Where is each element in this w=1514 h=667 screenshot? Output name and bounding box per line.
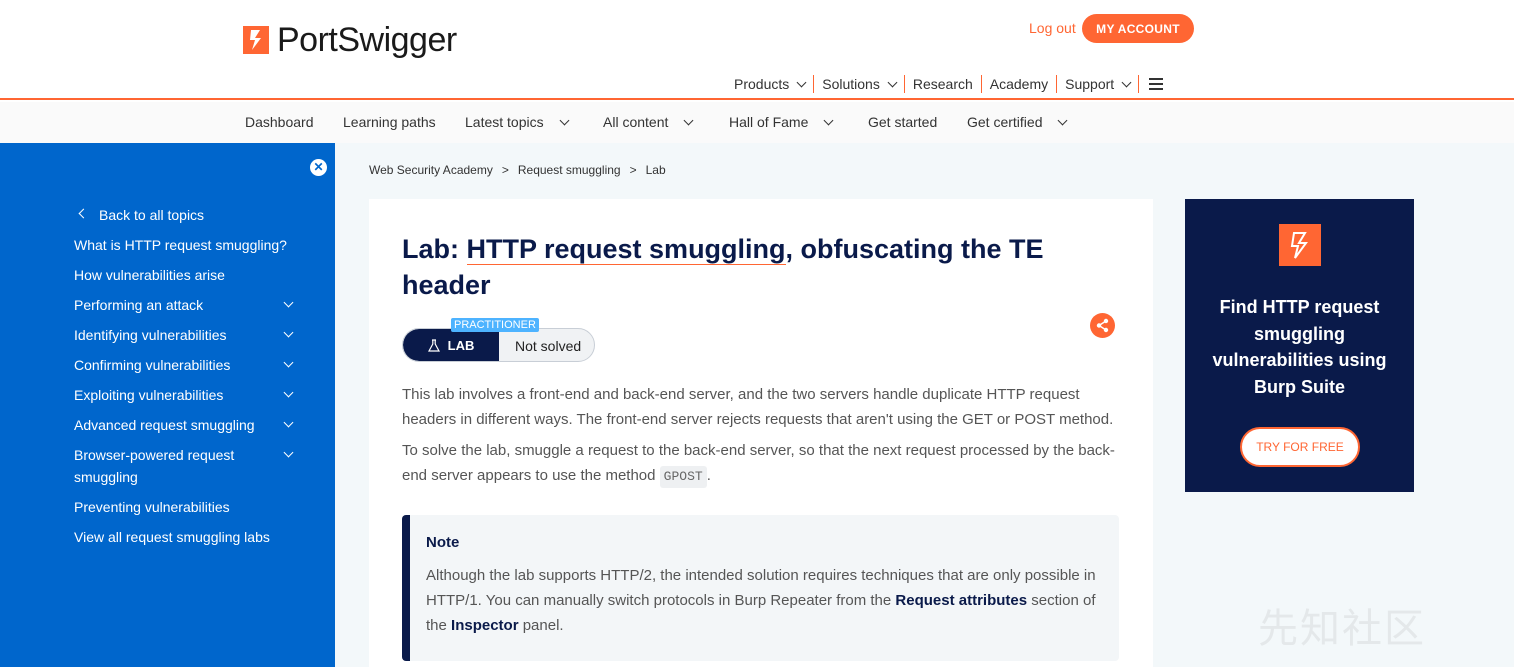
my-account-button[interactable]: MY ACCOUNT	[1082, 14, 1194, 43]
note-title: Note	[426, 534, 460, 551]
sidebar-item-how-arise[interactable]: How vulnerabilities arise	[74, 264, 294, 286]
top-nav-label: Research	[912, 76, 973, 92]
sidebar-item-view-all-labs[interactable]: View all request smuggling labs	[74, 526, 294, 548]
chevron-down-icon	[1058, 115, 1068, 125]
academy-subnav: Dashboard Learning paths Latest topics A…	[0, 102, 1514, 143]
subnav-label: Learning paths	[343, 114, 436, 130]
subnav-label: Get started	[868, 114, 938, 130]
breadcrumb-separator: >	[501, 163, 509, 177]
promo-text: Find HTTP request smuggling vulnerabilit…	[1212, 297, 1387, 397]
subnav-hall-of-fame[interactable]: Hall of Fame	[729, 114, 834, 130]
top-nav: Products Solutions Research Academy Supp…	[726, 74, 1164, 94]
lab-badge: LAB	[403, 329, 499, 361]
portswigger-logo[interactable]: PortSwigger	[243, 22, 457, 58]
chevron-down-icon	[559, 115, 570, 125]
sidebar-item-advanced[interactable]: Advanced request smuggling	[74, 414, 294, 436]
breadcrumb-academy[interactable]: Web Security Academy	[369, 163, 493, 177]
sidebar-item-performing[interactable]: Performing an attack	[74, 294, 294, 316]
subnav-label: Dashboard	[245, 114, 314, 130]
note-text: Although the lab supports HTTP/2, the in…	[426, 563, 1106, 638]
hamburger-menu-icon[interactable]	[1149, 78, 1164, 90]
breadcrumb-separator: >	[629, 163, 637, 177]
level-badge: PRACTITIONER	[451, 318, 539, 332]
lab-solved-status: Not solved	[515, 338, 582, 354]
logout-link[interactable]: Log out	[1029, 20, 1076, 36]
subnav-label: All content	[603, 114, 669, 130]
objective-end: .	[706, 467, 711, 484]
top-nav-label: Products	[734, 76, 790, 92]
try-for-free-button[interactable]: TRY FOR FREE	[1240, 427, 1360, 467]
note-bold-inspector: Inspector	[451, 617, 519, 634]
top-header: PortSwigger Log out MY ACCOUNT Products …	[0, 0, 1514, 100]
sidebar-item-confirming[interactable]: Confirming vulnerabilities	[74, 354, 294, 376]
lab-objective: To solve the lab, smuggle a request to t…	[402, 438, 1118, 488]
sidebar-back-link[interactable]: Back to all topics	[99, 204, 319, 226]
top-nav-solutions[interactable]: Solutions	[814, 75, 905, 93]
subnav-get-certified[interactable]: Get certified	[967, 114, 1068, 130]
sidebar-item-what-is[interactable]: What is HTTP request smuggling?	[74, 234, 294, 256]
close-sidebar-icon[interactable]: ✕	[310, 159, 327, 176]
top-nav-research[interactable]: Research	[905, 75, 982, 93]
chevron-down-icon	[1121, 77, 1132, 87]
note-bold-request-attributes: Request attributes	[895, 592, 1028, 609]
breadcrumb-lab[interactable]: Lab	[646, 163, 666, 177]
chevron-down-icon	[887, 77, 898, 87]
flask-icon	[427, 338, 440, 352]
share-icon[interactable]	[1090, 313, 1115, 338]
top-nav-label: Support	[1065, 76, 1115, 92]
chevron-down-icon	[683, 115, 694, 125]
top-nav-products[interactable]: Products	[726, 75, 815, 93]
subnav-label: Latest topics	[465, 114, 544, 130]
lab-description: This lab involves a front-end and back-e…	[402, 386, 1114, 428]
inline-code: GPOST	[659, 466, 707, 488]
sidebar-item-identifying[interactable]: Identifying vulnerabilities	[74, 324, 294, 346]
sidebar-item-exploiting[interactable]: Exploiting vulnerabilities	[74, 384, 294, 406]
note-text-part: panel.	[518, 617, 564, 634]
chevron-down-icon	[823, 115, 834, 125]
logo-text: PortSwigger	[277, 21, 457, 59]
subnav-get-started[interactable]: Get started	[868, 114, 937, 130]
top-nav-academy[interactable]: Academy	[982, 75, 1058, 93]
sidebar-item-browser-powered[interactable]: Browser-powered request smuggling	[74, 444, 264, 488]
breadcrumb: Web Security Academy > Request smuggling…	[369, 163, 666, 177]
top-nav-label: Solutions	[822, 76, 880, 92]
top-nav-label: Academy	[989, 76, 1049, 92]
subnav-dashboard[interactable]: Dashboard	[245, 114, 314, 130]
sidebar-item-preventing[interactable]: Preventing vulnerabilities	[74, 496, 294, 518]
chevron-down-icon	[796, 77, 807, 87]
portswigger-logo-icon	[243, 26, 269, 54]
subnav-label: Hall of Fame	[729, 114, 809, 130]
title-topic-link[interactable]: HTTP request smuggling	[466, 234, 786, 265]
watermark-text: 先知社区	[1258, 606, 1426, 652]
breadcrumb-request-smuggling[interactable]: Request smuggling	[518, 163, 621, 177]
subnav-latest-topics[interactable]: Latest topics	[465, 114, 570, 130]
subnav-learning-paths[interactable]: Learning paths	[343, 114, 436, 130]
objective-text: To solve the lab, smuggle a request to t…	[402, 442, 1115, 484]
page-title: Lab: HTTP request smuggling, obfuscating…	[402, 231, 1082, 303]
burp-logo-icon	[1279, 224, 1321, 266]
top-nav-support[interactable]: Support	[1057, 75, 1140, 93]
lab-badge-label: LAB	[447, 337, 475, 353]
subnav-all-content[interactable]: All content	[603, 114, 694, 130]
title-prefix: Lab:	[402, 234, 467, 264]
subnav-label: Get certified	[967, 114, 1043, 130]
lab-status-pill: LAB Not solved	[402, 328, 595, 362]
